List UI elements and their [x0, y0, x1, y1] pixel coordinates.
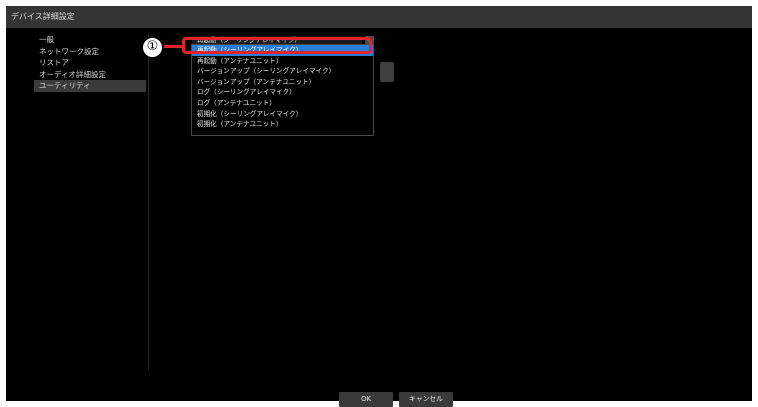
cancel-button[interactable]: キャンセル: [399, 392, 453, 407]
dropdown-option[interactable]: 再起動（アンテナユニット）: [192, 56, 373, 67]
sidebar-item-restore[interactable]: リストア: [34, 57, 146, 69]
dropdown-option[interactable]: 初期化（シーリングアレイマイク）: [192, 109, 373, 120]
callout-number-badge: ①: [142, 37, 163, 58]
sidebar-item-audio[interactable]: オーディオ詳細設定: [34, 69, 146, 81]
dropdown-option[interactable]: バージョンアップ（アンテナユニット）: [192, 77, 373, 88]
dropdown-option[interactable]: バージョンアップ（シーリングアレイマイク）: [192, 66, 373, 77]
device-settings-window: デバイス詳細設定 一般 ネットワーク設定 リストア オーディオ詳細設定 ユーティ…: [6, 6, 752, 407]
execute-button[interactable]: [380, 62, 394, 82]
dropdown-option[interactable]: 初期化（アンテナユニット）: [192, 119, 373, 130]
callout-highlight: [182, 37, 372, 54]
dropdown-option[interactable]: ログ（シーリングアレイマイク）: [192, 87, 373, 98]
sidebar-item-general[interactable]: 一般: [34, 34, 146, 46]
dropdown-option[interactable]: ログ（アンテナユニット）: [192, 98, 373, 109]
utility-dropdown-list: 再起動（シーリングアレイマイク） 再起動（アンテナユニット） バージョンアップ（…: [191, 44, 374, 136]
sidebar-item-utility[interactable]: ユーティリティ: [34, 80, 146, 92]
ok-button[interactable]: OK: [339, 392, 393, 407]
sidebar: 一般 ネットワーク設定 リストア オーディオ詳細設定 ユーティリティ: [34, 34, 146, 92]
sidebar-item-network[interactable]: ネットワーク設定: [34, 46, 146, 58]
window-title: デバイス詳細設定: [6, 6, 752, 28]
panel-divider: [148, 34, 149, 370]
callout-connector: [164, 45, 184, 48]
